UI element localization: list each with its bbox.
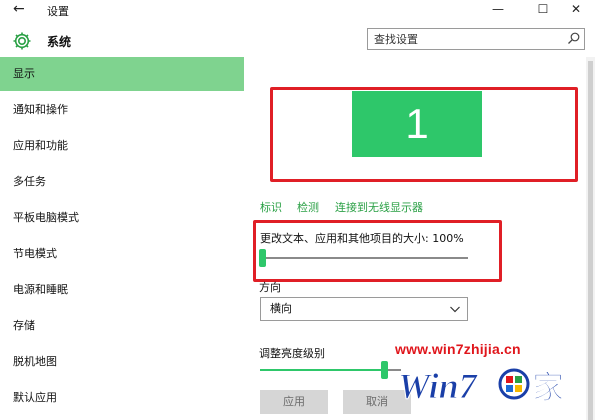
gear-icon [13, 32, 31, 50]
scale-slider-thumb[interactable] [259, 249, 266, 267]
sidebar-item-display[interactable]: 显示 [0, 57, 244, 91]
minimize-button[interactable]: — [490, 1, 506, 17]
search-icon[interactable] [566, 31, 581, 46]
sidebar-item-default-apps[interactable]: 默认应用 [0, 381, 244, 415]
brightness-slider-thumb[interactable] [381, 361, 388, 379]
orientation-value: 横向 [270, 302, 292, 315]
search-box[interactable] [367, 28, 585, 50]
identify-link[interactable]: 标识 [260, 199, 282, 215]
watermark-url: www.win7zhijia.cn [395, 341, 521, 357]
window-title: 设置 [47, 5, 69, 18]
scale-slider-track[interactable] [262, 257, 468, 259]
title-bar: ← 设置 — ☐ ✕ [0, 0, 595, 20]
sidebar-item-battery-saver[interactable]: 节电模式 [0, 237, 244, 271]
svg-text:家: 家 [532, 368, 564, 406]
sidebar-item-notifications[interactable]: 通知和操作 [0, 93, 244, 127]
sidebar-item-power-sleep[interactable]: 电源和睡眠 [0, 273, 244, 307]
sidebar: 显示 通知和操作 应用和功能 多任务 平板电脑模式 节电模式 电源和睡眠 存储 … [0, 57, 244, 420]
maximize-button[interactable]: ☐ [535, 1, 551, 17]
brightness-label: 调整亮度级别 [259, 347, 325, 360]
sidebar-item-tablet-mode[interactable]: 平板电脑模式 [0, 201, 244, 235]
search-input[interactable] [368, 29, 558, 49]
apply-button[interactable]: 应用 [260, 390, 328, 414]
page-title: 系统 [47, 35, 72, 49]
orientation-label: 方向 [259, 281, 281, 294]
scale-label: 更改文本、应用和其他项目的大小: 100% [260, 232, 464, 245]
scrollbar[interactable] [586, 57, 595, 420]
sidebar-item-multitasking[interactable]: 多任务 [0, 165, 244, 199]
connect-wireless-display-link[interactable]: 连接到无线显示器 [335, 199, 423, 215]
watermark-logo: Win7 家 [398, 366, 565, 407]
brightness-slider-fill[interactable] [260, 369, 385, 371]
detect-link[interactable]: 检测 [297, 199, 319, 215]
highlight-box-monitor [270, 87, 578, 182]
orientation-select[interactable]: 横向 [260, 297, 468, 321]
svg-text:Win7: Win7 [398, 366, 479, 406]
sidebar-item-apps[interactable]: 应用和功能 [0, 129, 244, 163]
close-button[interactable]: ✕ [568, 1, 584, 17]
sidebar-item-offline-maps[interactable]: 脱机地图 [0, 345, 244, 379]
sidebar-item-storage[interactable]: 存储 [0, 309, 244, 343]
chevron-down-icon [450, 306, 460, 313]
back-arrow-icon[interactable]: ← [13, 0, 25, 18]
scrollbar-thumb[interactable] [588, 61, 593, 420]
